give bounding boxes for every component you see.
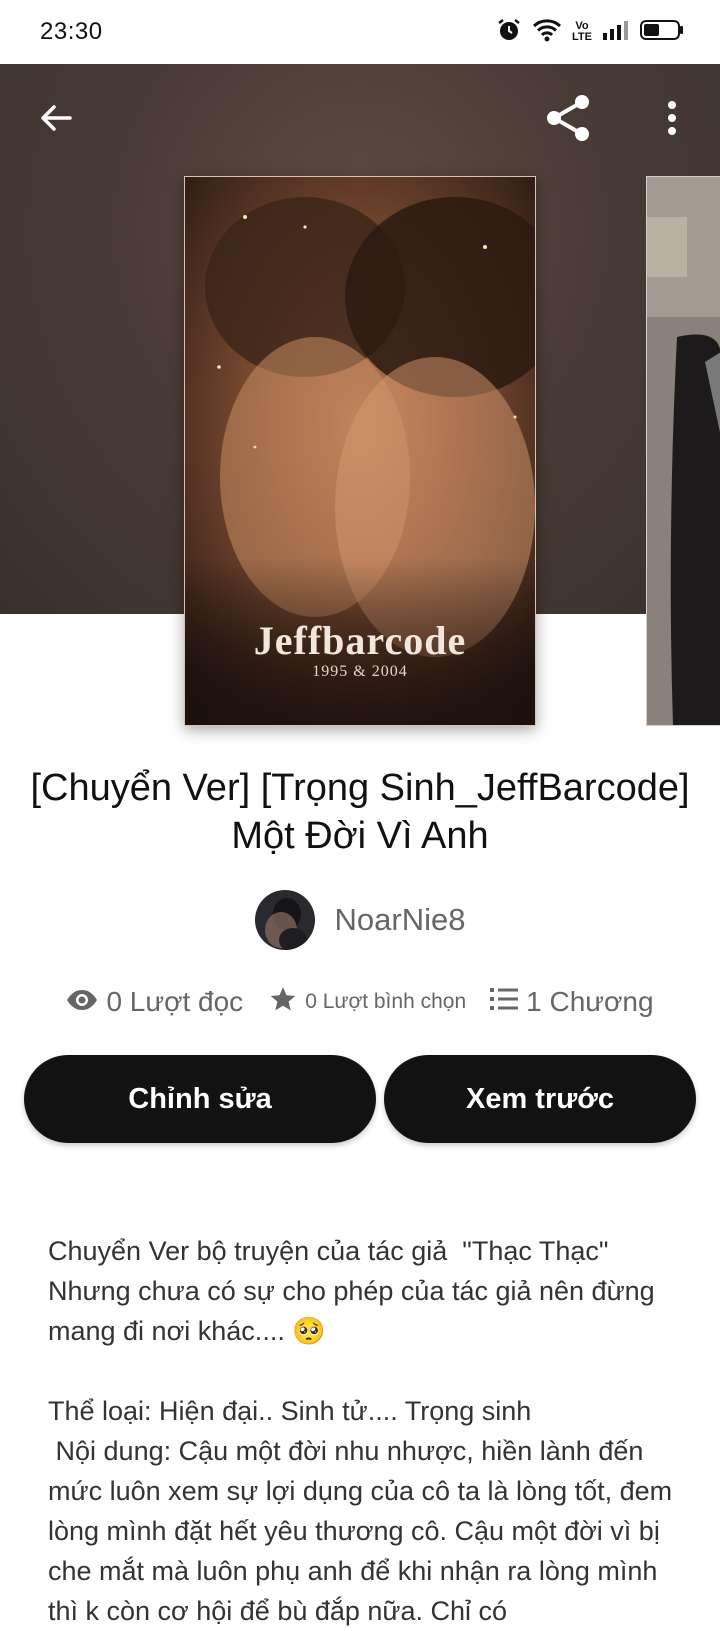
signal-icon	[602, 19, 630, 46]
battery-icon	[640, 19, 684, 46]
star-icon	[269, 985, 297, 1019]
reads-stat: 0 Lượt đọc	[66, 986, 243, 1018]
story-title: [Chuyển Ver] [Trọng Sinh_JeffBarcode] Mộ…	[30, 767, 690, 857]
votes-count: 0 Lượt bình chọn	[305, 990, 467, 1013]
arrow-left-icon	[38, 100, 74, 141]
description-genre: Thể loại: Hiện đại.. Sinh tử.... Trọng s…	[48, 1396, 532, 1426]
chapters-count: 1 Chương	[526, 986, 654, 1017]
avatar[interactable]	[254, 890, 315, 950]
status-time: 23:30	[40, 18, 103, 45]
more-options-button[interactable]	[644, 92, 700, 148]
back-button[interactable]	[28, 92, 84, 148]
list-icon	[490, 986, 519, 1019]
description-intro: Chuyển Ver bộ truyện của tác giả "Thạc T…	[48, 1236, 663, 1346]
chapters-stat[interactable]: 1 Chương	[490, 986, 654, 1019]
author-row[interactable]: NoarNie8	[0, 890, 720, 950]
more-vertical-icon	[666, 100, 678, 141]
book-cover[interactable]: Jeffbarcode 1995 & 2004	[184, 176, 536, 726]
cover-title: Jeffbarcode	[253, 618, 467, 663]
status-bar: 23:30 Vo LTE	[0, 0, 720, 64]
wifi-icon	[532, 18, 562, 47]
votes-stat: 0 Lượt bình chọn	[269, 985, 466, 1019]
author-name[interactable]: NoarNie8	[335, 902, 466, 938]
next-book-cover[interactable]	[646, 176, 720, 726]
description-content: Nội dung: Cậu một đời nhu nhược, hiền là…	[48, 1436, 680, 1626]
cover-subtitle: 1995 & 2004	[312, 663, 408, 680]
eye-icon	[66, 986, 98, 1018]
preview-button[interactable]: Xem trước	[384, 1055, 696, 1143]
reads-count: 0 Lượt đọc	[106, 986, 244, 1017]
share-button[interactable]	[540, 92, 596, 148]
alarm-icon	[496, 17, 522, 48]
status-icons: Vo LTE	[496, 17, 684, 48]
volte-icon: Vo LTE	[572, 20, 592, 43]
story-description: Chuyển Ver bộ truyện của tác giả "Thạc T…	[48, 1231, 688, 1631]
edit-button[interactable]: Chỉnh sửa	[24, 1055, 376, 1143]
share-icon	[544, 94, 592, 147]
story-stats: 0 Lượt đọc 0 Lượt bình chọn 1 Chương	[0, 985, 720, 1019]
